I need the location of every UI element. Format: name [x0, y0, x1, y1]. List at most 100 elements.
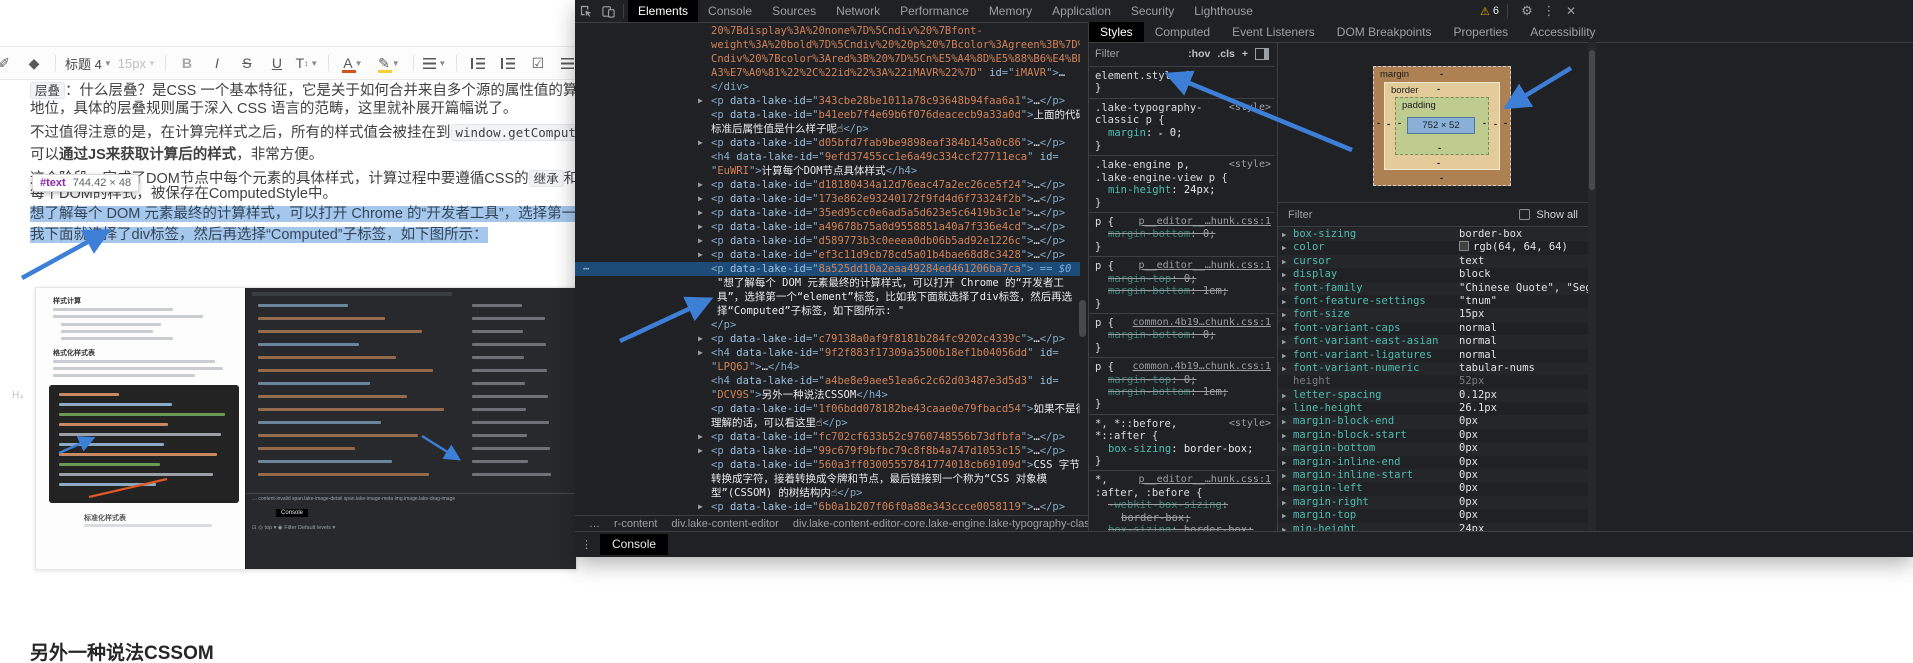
rule-source-link[interactable]: <style> — [1229, 102, 1271, 114]
tree-p-node[interactable]: ▶ <p data-lake-id="a49678b75a0d9558851a40… — [698, 220, 1080, 234]
breadcrumb-item[interactable]: … — [589, 518, 600, 530]
tree-p-node[interactable]: ▶ <p data-lake-id="ef3c11d9cb78cd5a01b4ba… — [698, 248, 1080, 262]
font-size-select[interactable]: 15px ▼ — [118, 51, 156, 75]
tree-p-node[interactable]: <p data-lake-id="560a3ff0300555784177401… — [711, 458, 1080, 472]
sidebar-tab-properties[interactable]: Properties — [1442, 22, 1519, 42]
heading-select[interactable]: 标题 4 ▼ — [65, 51, 112, 75]
computed-property-row[interactable]: ▶ min-height 24px — [1278, 522, 1588, 531]
inspect-element-icon[interactable] — [575, 0, 597, 22]
tree-p-node[interactable]: ▶ <p data-lake-id="d05bfd7fab9be9898eaf38… — [698, 136, 1080, 150]
editor-text-line[interactable]: 不过值得注意的是，在计算完样式之后，所有的样式值会被挂在到 window.getC… — [30, 122, 634, 144]
style-rule[interactable]: <style> *, *::before, *::after {box-sizing… — [1089, 415, 1275, 472]
devtools-tab-lighthouse[interactable]: Lighthouse — [1184, 0, 1263, 22]
editor-text-line[interactable]: 我下面就选择了div标签，然后再选择“Computed”子标签，如下图所示： — [30, 225, 488, 246]
tree-h4-node[interactable]: <h4 data-lake-id="9efd37455cc1e6a49c334c… — [711, 150, 1080, 164]
underline-icon[interactable]: U — [265, 51, 289, 75]
rule-source-link[interactable]: <style> — [1229, 418, 1271, 430]
bold-icon[interactable]: B — [175, 51, 199, 75]
rule-source-link[interactable]: p__editor__…hunk.css:1 — [1139, 474, 1271, 486]
computed-property-row[interactable]: ▶ font-variant-numeric tabular-nums — [1278, 361, 1588, 376]
cls-toggle[interactable]: .cls — [1217, 48, 1235, 60]
highlight-icon[interactable]: ✎ ▼ — [374, 51, 404, 75]
breadcrumb-item[interactable]: r-content — [614, 518, 657, 530]
computed-property-row[interactable]: ▶ cursor text — [1278, 254, 1588, 269]
sidebar-tab-dom-breakpoints[interactable]: DOM Breakpoints — [1326, 22, 1443, 42]
tree-p-node[interactable]: ▶ <p data-lake-id="343cbe28be1011a78c9364… — [698, 94, 1080, 108]
tree-h4-node[interactable]: ▶ <h4 data-lake-id="9f2f883f17309a3500b18… — [698, 346, 1080, 360]
rule-source-link[interactable]: <style> — [1229, 159, 1271, 171]
rule-source-link[interactable]: p__editor__…hunk.css:1 — [1139, 216, 1271, 228]
box-model-content[interactable]: 752 × 52 — [1407, 117, 1475, 134]
computed-property-row[interactable]: ▶ margin-bottom 0px — [1278, 442, 1588, 456]
computed-property-row[interactable]: ▶ font-variant-caps normal — [1278, 322, 1588, 335]
devtools-tab-elements[interactable]: Elements — [628, 0, 699, 22]
font-color-icon[interactable]: A ▼ — [338, 51, 368, 75]
tree-p-node[interactable]: ▶ <p data-lake-id="fc702cf633b52c97607485… — [698, 430, 1080, 444]
sidebar-tab-styles[interactable]: Styles — [1089, 22, 1144, 42]
editor-text-line[interactable]: 地位，具体的层叠规则属于深入 CSS 语言的范畴，这里就补展开篇幅说了。 — [30, 99, 517, 120]
style-rule[interactable]: p__editor__…hunk.css:1 p {margin-top: 0; m… — [1089, 257, 1275, 314]
devtools-tab-performance[interactable]: Performance — [890, 0, 979, 22]
tree-p-node[interactable]: 标准后属性值是什么样子呢☝</p> — [711, 122, 1080, 136]
tree-p-node[interactable]: ▶ <p data-lake-id="d589773b3c0eeea0db06b5… — [698, 234, 1080, 248]
tree-p-node[interactable]: <p data-lake-id="1f06bdd078182be43caae0e… — [711, 402, 1080, 416]
computed-scrollbar[interactable] — [1588, 42, 1596, 531]
computed-property-row[interactable]: ▶ font-feature-settings "tnum" — [1278, 295, 1588, 308]
tree-p-node[interactable]: 转换成字符，接着转换成令牌和节点，最后链接到一个称为“CSS 对象模 — [711, 472, 1080, 486]
box-model-margin[interactable]: margin - - - - border - - - - padding - … — [1373, 66, 1511, 186]
tree-h4-node[interactable]: "LPQ6J">…</h4> — [711, 360, 1080, 374]
hov-toggle[interactable]: :hov — [1188, 48, 1210, 60]
rule-source-link[interactable]: p__editor__…hunk.css:1 — [1139, 260, 1271, 272]
tree-selected-node[interactable]: ⋯▼<p data-lake-id="8a525dd10a2eaa49284ed… — [575, 262, 1080, 276]
device-toolbar-icon[interactable] — [597, 0, 619, 22]
rule-source-link[interactable]: common.4b19…chunk.css:1 — [1133, 317, 1271, 329]
computed-property-row[interactable]: ▶ margin-inline-start 0px — [1278, 469, 1588, 483]
tree-attr-text[interactable]: weight%3A%20bold%7D%5Cndiv%20%20p%20%7Bc… — [711, 38, 1080, 52]
editor-text-line[interactable]: 可以通过JS来获取计算后的样式，非常方便。 — [30, 145, 323, 166]
inline-code-chip[interactable]: 层叠 — [30, 82, 66, 99]
tree-p-node[interactable]: ▶ <p data-lake-id="173e862e93240172f9fd4d… — [698, 192, 1080, 206]
color-swatch[interactable] — [1459, 241, 1469, 252]
devtools-tab-console[interactable]: Console — [698, 0, 762, 22]
tree-p-node[interactable]: <p data-lake-id="b41eeb7f4e69b6f076deace… — [711, 108, 1080, 122]
style-rule[interactable]: common.4b19…chunk.css:1 p {margin-top: 0;… — [1089, 358, 1275, 415]
numbered-list-icon[interactable] — [496, 51, 520, 75]
tree-attr-text[interactable]: Cndiv%20%7Bcolor%3Ared%3B%20%7D%5Cn%E5%A… — [711, 52, 1080, 66]
computed-property-row[interactable]: ▶ color rgb(64, 64, 64) — [1278, 241, 1588, 254]
tree-p-node[interactable]: ▶ <p data-lake-id="35ed95cc0e6ad5a5d623e5… — [698, 206, 1080, 220]
computed-property-row[interactable]: ▶ margin-top 0px — [1278, 509, 1588, 522]
computed-property-row[interactable]: ▶ margin-block-end 0px — [1278, 415, 1588, 429]
computed-property-row[interactable]: ▶ margin-left 0px — [1278, 482, 1588, 495]
tree-text-node[interactable]: 具”，选择第一个“element”标签，比如我下面就选择了div标签，然后再选 — [711, 290, 1080, 304]
style-rule[interactable]: <style> .lake-typography-classic p {margi… — [1089, 99, 1275, 157]
tree-scrollbar-thumb[interactable] — [1079, 300, 1086, 337]
drawer-menu-icon[interactable]: ⋮ — [581, 538, 592, 551]
tree-text-node[interactable]: 择“Computed”子标签，如下图所示: " — [711, 304, 1080, 318]
warning-icon[interactable]: ⚠ — [1480, 5, 1490, 18]
more-options-icon[interactable]: ⋮ — [1538, 0, 1560, 22]
tree-p-node[interactable]: ▶ <p data-lake-id="d18180434a12d76eac47a2… — [698, 178, 1080, 192]
tree-p-node[interactable]: ▶ <p data-lake-id="c79138a0af9f8181b284fc… — [698, 332, 1080, 346]
tree-p-node[interactable]: 型”(CSSOM) 的树结构内☝</p> — [711, 486, 1080, 500]
bulleted-list-icon[interactable] — [466, 51, 490, 75]
computed-property-row[interactable]: ▶ font-size 15px — [1278, 308, 1588, 322]
computed-property-row[interactable]: ▶ letter-spacing 0.12px — [1278, 388, 1588, 403]
style-rule[interactable]: element.style {} — [1089, 67, 1275, 99]
computed-property-row[interactable]: ▶ box-sizing border-box — [1278, 228, 1588, 242]
devtools-tab-application[interactable]: Application — [1042, 0, 1121, 22]
breadcrumb-item[interactable]: div.lake-content-editor — [671, 518, 778, 530]
tree-p-node[interactable]: ▶ <p data-lake-id="99c679f9bfbc79c8f8b4a7… — [698, 444, 1080, 458]
style-rule[interactable]: common.4b19…chunk.css:1 p {margin-bottom:… — [1089, 314, 1275, 359]
computed-property-row[interactable]: ▶ margin-inline-end 0px — [1278, 456, 1588, 469]
strikethrough-icon[interactable]: S — [235, 51, 259, 75]
style-rule[interactable]: p__editor__…hunk.css:1 *,:after, :before … — [1089, 471, 1275, 531]
clear-format-icon[interactable]: ◆ — [22, 51, 46, 75]
style-rule[interactable]: <style> .lake-engine p, .lake-engine-view … — [1089, 156, 1275, 214]
computed-property-row[interactable]: ▶ display block — [1278, 268, 1588, 281]
tree-h4-node[interactable]: "DCV9S">另外一种说法CSSOM</h4> — [711, 388, 1080, 402]
computed-property-row[interactable]: ▶ font-variant-ligatures normal — [1278, 349, 1588, 362]
sidebar-tab-accessibility[interactable]: Accessibility — [1519, 22, 1606, 42]
computed-filter-input[interactable]: Filter — [1288, 209, 1312, 221]
format-brush-icon[interactable]: ✐ — [0, 51, 16, 75]
italic-icon[interactable]: I — [205, 51, 229, 75]
